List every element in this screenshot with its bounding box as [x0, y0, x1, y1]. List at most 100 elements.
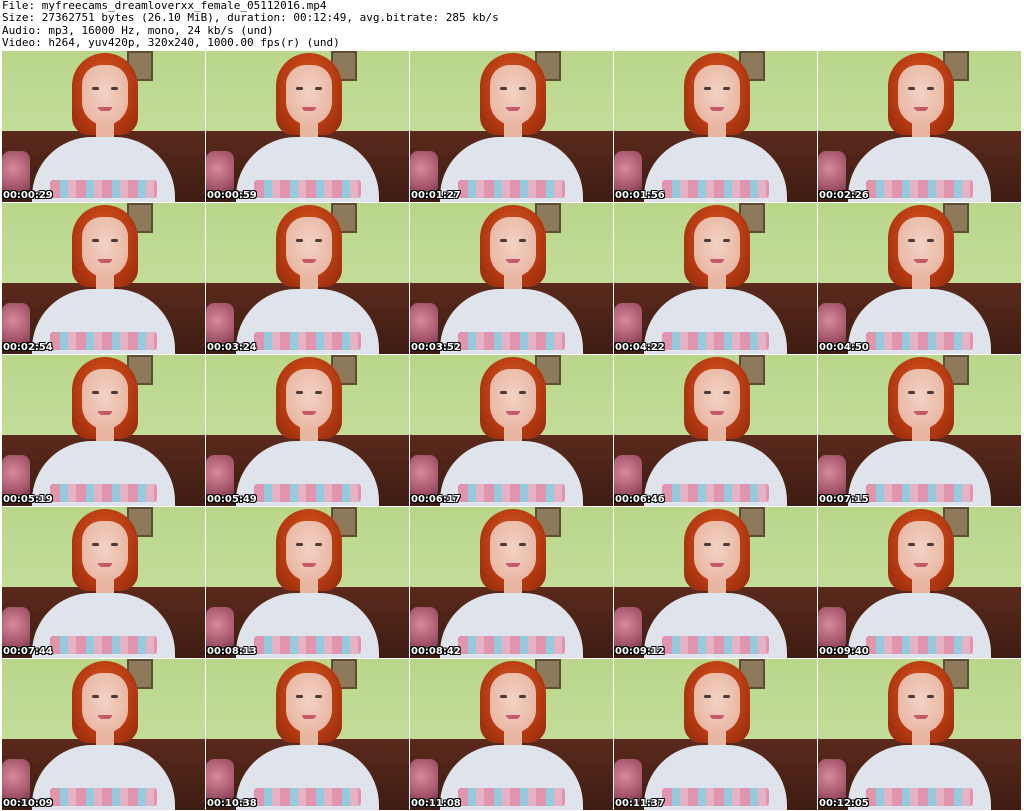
- video-frame-thumbnail: 00:09:40: [818, 507, 1021, 658]
- video-frame-thumbnail: 00:04:22: [614, 203, 817, 354]
- face: [82, 217, 128, 277]
- video-frame-thumbnail: 00:02:54: [2, 203, 205, 354]
- frame-timestamp: 00:06:46: [615, 494, 665, 505]
- frame-timestamp: 00:02:26: [819, 190, 869, 201]
- video-frame-thumbnail: 00:07:15: [818, 355, 1021, 506]
- floral-shirt-print: [458, 636, 565, 654]
- floral-shirt-print: [662, 484, 769, 502]
- floral-shirt-print: [866, 180, 973, 198]
- video-frame-thumbnail: 00:10:09: [2, 659, 205, 810]
- mouth: [98, 259, 112, 263]
- right-eye: [315, 391, 322, 394]
- floral-shirt-print: [50, 484, 157, 502]
- video-frame-thumbnail: 00:06:46: [614, 355, 817, 506]
- left-eye: [704, 391, 711, 394]
- left-eye: [92, 87, 99, 90]
- right-eye: [723, 391, 730, 394]
- mouth: [506, 107, 520, 111]
- right-eye: [111, 239, 118, 242]
- floral-shirt-print: [458, 788, 565, 806]
- right-eye: [111, 391, 118, 394]
- floral-pillow: [410, 759, 438, 803]
- face: [694, 369, 740, 429]
- frame-timestamp: 00:03:52: [411, 342, 461, 353]
- mouth: [302, 107, 316, 111]
- floral-shirt-print: [50, 332, 157, 350]
- face: [898, 65, 944, 125]
- video-frame-thumbnail: 00:00:29: [2, 51, 205, 202]
- video-frame-thumbnail: 00:10:38: [206, 659, 409, 810]
- face: [286, 673, 332, 733]
- mouth: [98, 563, 112, 567]
- frame-timestamp: 00:04:50: [819, 342, 869, 353]
- mouth: [506, 563, 520, 567]
- face: [490, 521, 536, 581]
- right-eye: [519, 543, 526, 546]
- floral-pillow: [2, 759, 30, 803]
- video-frame-thumbnail: 00:03:24: [206, 203, 409, 354]
- right-eye: [519, 239, 526, 242]
- right-eye: [927, 239, 934, 242]
- right-eye: [315, 543, 322, 546]
- floral-pillow: [614, 607, 642, 651]
- mouth: [302, 259, 316, 263]
- video-frame-thumbnail: 00:08:13: [206, 507, 409, 658]
- floral-pillow: [206, 303, 234, 347]
- left-eye: [92, 239, 99, 242]
- left-eye: [908, 391, 915, 394]
- face: [898, 521, 944, 581]
- frame-timestamp: 00:10:09: [3, 798, 53, 809]
- mouth: [302, 715, 316, 719]
- floral-shirt-print: [254, 484, 361, 502]
- thumbnail-grid: 00:00:29 00:00:59 00:01:27 00:01:56 00:02:26…: [2, 51, 1021, 810]
- floral-shirt-print: [866, 484, 973, 502]
- mouth: [914, 259, 928, 263]
- left-eye: [704, 239, 711, 242]
- frame-timestamp: 00:07:15: [819, 494, 869, 505]
- mouth: [302, 563, 316, 567]
- right-eye: [927, 87, 934, 90]
- right-eye: [111, 695, 118, 698]
- video-frame-thumbnail: 00:11:08: [410, 659, 613, 810]
- floral-pillow: [410, 151, 438, 195]
- right-eye: [519, 391, 526, 394]
- floral-shirt-print: [866, 636, 973, 654]
- video-frame-thumbnail: 00:00:59: [206, 51, 409, 202]
- face: [82, 369, 128, 429]
- floral-shirt-print: [254, 180, 361, 198]
- mouth: [710, 107, 724, 111]
- floral-pillow: [2, 151, 30, 195]
- left-eye: [92, 391, 99, 394]
- face: [694, 673, 740, 733]
- floral-pillow: [818, 759, 846, 803]
- frame-timestamp: 00:01:56: [615, 190, 665, 201]
- face: [82, 521, 128, 581]
- video-frame-thumbnail: 00:07:44: [2, 507, 205, 658]
- video-frame-thumbnail: 00:04:50: [818, 203, 1021, 354]
- frame-timestamp: 00:08:13: [207, 646, 257, 657]
- face: [898, 673, 944, 733]
- face: [490, 65, 536, 125]
- right-eye: [315, 239, 322, 242]
- frame-timestamp: 00:00:59: [207, 190, 257, 201]
- frame-timestamp: 00:11:37: [615, 798, 665, 809]
- floral-shirt-print: [662, 636, 769, 654]
- floral-shirt-print: [254, 636, 361, 654]
- video-frame-thumbnail: 00:11:37: [614, 659, 817, 810]
- mouth: [506, 259, 520, 263]
- mouth: [710, 715, 724, 719]
- right-eye: [315, 695, 322, 698]
- video-frame-thumbnail: 00:02:26: [818, 51, 1021, 202]
- left-eye: [704, 695, 711, 698]
- video-frame-thumbnail: 00:01:27: [410, 51, 613, 202]
- video-frame-thumbnail: 00:12:05: [818, 659, 1021, 810]
- floral-pillow: [614, 455, 642, 499]
- mouth: [506, 715, 520, 719]
- face: [490, 369, 536, 429]
- mouth: [302, 411, 316, 415]
- floral-pillow: [206, 151, 234, 195]
- video-info-line: Video: h264, yuv420p, 320x240, 1000.00 f…: [2, 36, 340, 50]
- frame-timestamp: 00:05:19: [3, 494, 53, 505]
- floral-shirt-print: [662, 788, 769, 806]
- mouth: [710, 563, 724, 567]
